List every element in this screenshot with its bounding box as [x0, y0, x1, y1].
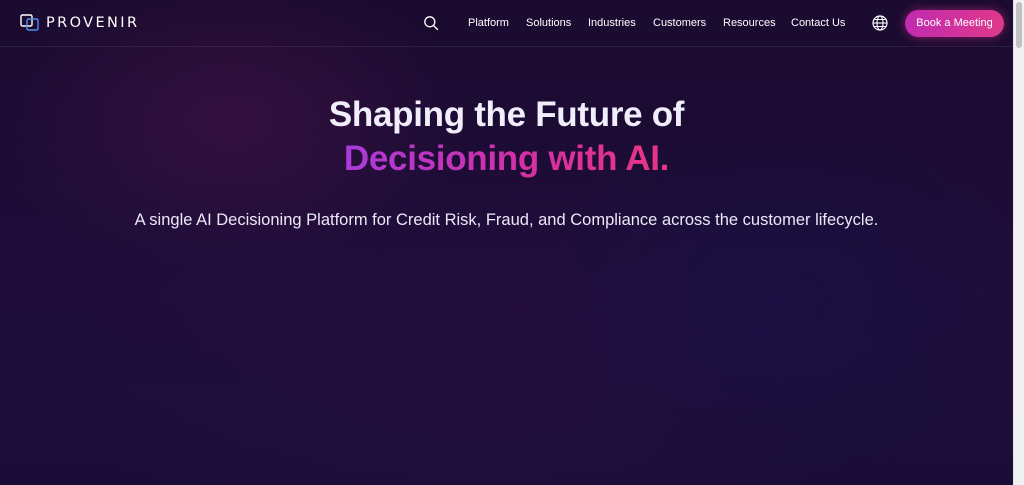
- globe-icon: [872, 15, 888, 31]
- nav-item-platform[interactable]: Platform: [468, 16, 509, 30]
- page: PROVENIR Platform Solutions Industries C…: [0, 0, 1013, 485]
- hero-title-highlight: Decisioning with AI.: [343, 139, 670, 178]
- site-header: PROVENIR Platform Solutions Industries C…: [0, 0, 1013, 47]
- hero-title-line2: Decisioning with AI.: [0, 137, 1013, 181]
- page-scrollbar[interactable]: [1013, 0, 1024, 485]
- nav-item-solutions[interactable]: Solutions: [526, 16, 571, 30]
- scrollbar-thumb[interactable]: [1016, 2, 1022, 48]
- nav-item-industries[interactable]: Industries: [588, 16, 636, 30]
- language-button[interactable]: [871, 14, 889, 32]
- nav-item-contact-us[interactable]: Contact Us: [791, 16, 845, 30]
- hero-subtitle: A single AI Decisioning Platform for Cre…: [134, 211, 879, 229]
- hero-title-line1: Shaping the Future of: [328, 95, 685, 134]
- book-meeting-button[interactable]: Book a Meeting: [905, 10, 1004, 37]
- main-nav: Platform Solutions Industries Customers …: [0, 0, 1013, 46]
- nav-item-resources[interactable]: Resources: [723, 16, 776, 30]
- nav-item-customers[interactable]: Customers: [653, 16, 706, 30]
